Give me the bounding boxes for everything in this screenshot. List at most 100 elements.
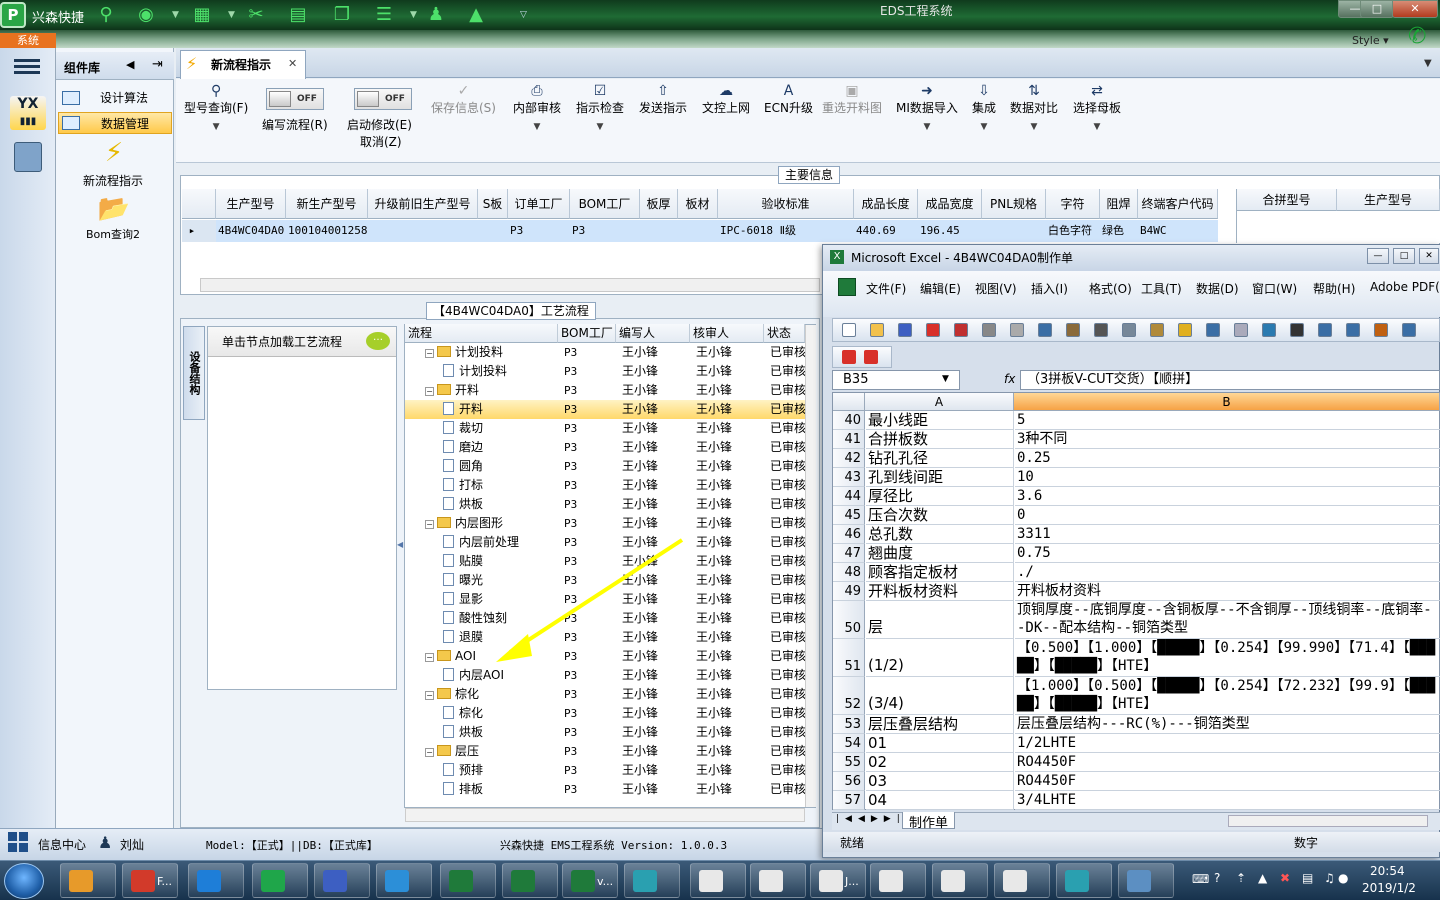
row-header[interactable]: 43 xyxy=(833,468,865,487)
sum-icon[interactable] xyxy=(1290,323,1304,337)
tree-row[interactable]: 开料 P3 王小锋 王小锋 已审核 xyxy=(405,400,805,419)
start-edit-toggle[interactable]: OFF xyxy=(354,88,412,110)
dropdown-arrow-icon[interactable]: ▼ xyxy=(513,122,561,132)
dropdown-arrow-icon[interactable]: ▼ xyxy=(972,122,996,132)
taskbar-button[interactable] xyxy=(1118,863,1174,898)
taskbar-button[interactable] xyxy=(188,863,244,898)
help-icon[interactable]: ? xyxy=(1214,871,1220,885)
spell-icon[interactable] xyxy=(1038,323,1052,337)
info-cell[interactable] xyxy=(982,220,1046,242)
name-box[interactable]: B35 xyxy=(832,370,960,390)
info-cell[interactable]: B4WC xyxy=(1138,220,1218,242)
excel-menu-item[interactable]: 窗口(W) xyxy=(1252,280,1297,297)
collapse-left-icon[interactable]: ◀ xyxy=(126,58,134,71)
pdf-mail-icon[interactable] xyxy=(864,350,878,364)
row-header[interactable]: 52 xyxy=(833,677,865,715)
show-hidden-icon[interactable]: ▲ xyxy=(1258,871,1267,885)
info-cell[interactable]: 10010400125826 xyxy=(286,220,368,242)
select-all-corner[interactable] xyxy=(833,393,865,411)
dropdown-arrow-icon[interactable]: ▼ xyxy=(184,122,248,132)
tab-device-structure[interactable]: 设备结构 xyxy=(183,326,205,420)
row-header[interactable]: 51 xyxy=(833,639,865,677)
taskbar-button[interactable] xyxy=(624,863,680,898)
windows-grid-icon[interactable] xyxy=(8,832,28,852)
sheet-tab-production[interactable]: 制作单 xyxy=(902,812,956,831)
data-compare-button[interactable]: ⇅ 数据对比 ▼ xyxy=(1010,82,1058,132)
cell-b[interactable]: 顶铜厚度--底铜厚度--含铜板厚--不含铜厚--顶线铜率--底铜率--DK--配… xyxy=(1015,601,1440,639)
tree-col-header[interactable]: BOM工厂 xyxy=(558,324,616,343)
security-icon[interactable]: ✖ xyxy=(1280,871,1290,885)
lightning-icon[interactable]: ⚡ xyxy=(94,138,134,172)
save-info-button[interactable]: ✓ 保存信息(S) xyxy=(431,82,496,116)
film-icon[interactable]: ▤ xyxy=(286,4,310,26)
cell-a[interactable]: 总孔数 xyxy=(866,525,1014,544)
cell-a[interactable]: 层压叠层结构 xyxy=(866,715,1014,734)
close-button[interactable]: ✕ xyxy=(1392,0,1438,18)
col-header[interactable]: 验收标准 xyxy=(718,189,854,219)
customize-arrow-icon[interactable]: ▽ xyxy=(520,10,528,20)
info-cell[interactable] xyxy=(478,220,508,242)
col-header[interactable]: 终端客户代码 xyxy=(1138,189,1218,219)
row-header[interactable]: 48 xyxy=(833,563,865,582)
row-header[interactable]: 44 xyxy=(833,487,865,506)
new-icon[interactable] xyxy=(842,323,856,337)
info-cell[interactable] xyxy=(678,220,718,242)
keyboard-icon[interactable]: ⌨ xyxy=(1192,872,1209,886)
main-info-hscroll[interactable] xyxy=(200,278,820,292)
reselect-cut-button[interactable]: ▣ 重选开料图 xyxy=(822,82,882,116)
clock-date[interactable]: 2019/1/2 xyxy=(1362,881,1416,895)
fx-icon[interactable]: fx xyxy=(1004,372,1015,386)
sort-asc-icon[interactable] xyxy=(1318,323,1332,337)
system-menu-tab[interactable]: 系统 xyxy=(0,33,56,49)
row-header[interactable]: 47 xyxy=(833,544,865,563)
tree-hscroll[interactable] xyxy=(405,808,805,822)
lang-icon[interactable]: ● xyxy=(1338,871,1348,885)
collapse-icon[interactable]: − xyxy=(425,691,434,700)
pin-panel-icon[interactable]: ⇥ xyxy=(152,57,163,72)
cell-b[interactable]: 3311 xyxy=(1015,525,1440,544)
taskbar-button[interactable] xyxy=(932,863,988,898)
info-cell[interactable]: P3 xyxy=(570,220,640,242)
calculator-icon[interactable] xyxy=(14,142,42,172)
tab-close-icon[interactable]: ✕ xyxy=(288,57,297,70)
collapse-icon[interactable]: − xyxy=(425,520,434,529)
cell-a[interactable]: (3/4) xyxy=(866,677,1014,715)
cell-b[interactable]: 3/4LHTE xyxy=(1015,791,1440,810)
cell-b[interactable]: 【1.000】【0.500】【█████】【0.254】【72.232】【99.… xyxy=(1015,677,1440,715)
tree-row[interactable]: − 计划投料 P3 王小锋 王小锋 已审核 xyxy=(405,343,805,362)
comp-new-flow-label[interactable]: 新流程指示 xyxy=(58,172,168,189)
preview-icon[interactable] xyxy=(1010,323,1024,337)
tray-expand-icon[interactable]: ⇡ xyxy=(1236,871,1246,885)
col-header[interactable]: BOM工厂 xyxy=(570,189,640,219)
copy-icon[interactable] xyxy=(1122,323,1136,337)
excel-menu-item[interactable]: 工具(T) xyxy=(1141,280,1182,297)
select-mother-button[interactable]: ⇄ 选择母板 ▼ xyxy=(1073,82,1121,132)
cell-a[interactable]: 开料板材资料 xyxy=(866,582,1014,601)
chart-icon[interactable]: ▲ xyxy=(464,4,488,26)
collapse-icon[interactable]: − xyxy=(425,748,434,757)
taskbar-button[interactable] xyxy=(440,863,496,898)
type-query-button[interactable]: ⚲ 型号查询(F) ▼ xyxy=(184,82,248,132)
taskbar-button[interactable] xyxy=(60,863,116,898)
dropdown-arrow-icon[interactable]: ▼ xyxy=(172,10,180,20)
info-cell[interactable]: IPC-6018 Ⅱ级 xyxy=(718,220,854,242)
user-icon[interactable]: ♟ xyxy=(424,4,448,26)
excel-menu-item[interactable]: 视图(V) xyxy=(975,280,1017,297)
col-header[interactable]: S板 xyxy=(478,189,508,219)
row-selector[interactable]: ▸ xyxy=(182,220,216,242)
taskbar-button[interactable]: v... xyxy=(562,863,618,898)
cell-a[interactable]: 最小线距 xyxy=(866,411,1014,430)
docs-icon[interactable]: ❐ xyxy=(330,4,354,26)
taskbar-button[interactable] xyxy=(376,863,432,898)
taskbar-button[interactable] xyxy=(1056,863,1112,898)
col-header[interactable]: 新生产型号 xyxy=(286,189,368,219)
excel-hscroll[interactable] xyxy=(1228,815,1428,827)
grid-icon[interactable]: ▦ xyxy=(190,4,214,26)
tree-row[interactable]: 磨边 P3 王小锋 王小锋 已审核 xyxy=(405,438,805,457)
info-cell[interactable]: 440.69 xyxy=(854,220,918,242)
toolbar-options-icon[interactable] xyxy=(1402,323,1416,337)
tree-col-header[interactable]: 流程 xyxy=(405,324,558,343)
cell-b[interactable]: 3.6 xyxy=(1015,487,1440,506)
info-cell[interactable]: 绿色 xyxy=(1100,220,1138,242)
restore-button[interactable]: □ xyxy=(1360,0,1394,18)
